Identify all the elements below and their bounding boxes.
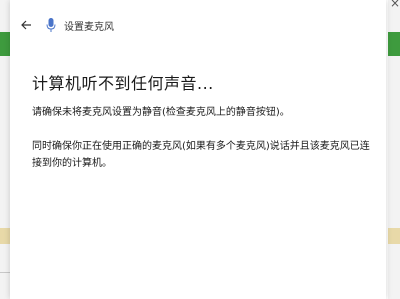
background-app-left <box>0 0 10 299</box>
background-highlight-band <box>0 228 10 244</box>
microphone-icon <box>44 16 58 34</box>
close-icon[interactable]: × <box>390 0 400 10</box>
background-highlight-band <box>388 228 400 244</box>
instruction-correct-mic: 同时确保你正在使用正确的麦克风(如果有多个麦克风)说话并且该麦克风已连接到你的计… <box>32 141 370 169</box>
back-arrow-icon <box>20 16 32 35</box>
instruction-mute-check: 请确保未将麦克风设置为静音(检查麦克风上的静音按钮)。 <box>32 107 290 118</box>
microphone-setup-dialog: 设置麦克风 计算机听不到任何声音... 请确保未将麦克风设置为静音(检查麦克风上… <box>10 0 386 299</box>
screen: × 设置麦克风 计算机听不到任何声音... 请确保未将麦克风设置为静音(检查麦克… <box>0 0 400 299</box>
background-divider <box>0 272 10 273</box>
background-green-band <box>388 32 400 56</box>
back-button[interactable] <box>12 11 40 39</box>
page-heading: 计算机听不到任何声音... <box>32 74 214 93</box>
dialog-titlebar: 设置麦克风 <box>10 10 386 40</box>
background-green-band <box>0 32 10 56</box>
background-app-right: × <box>388 0 400 299</box>
dialog-title: 设置麦克风 <box>64 21 114 33</box>
